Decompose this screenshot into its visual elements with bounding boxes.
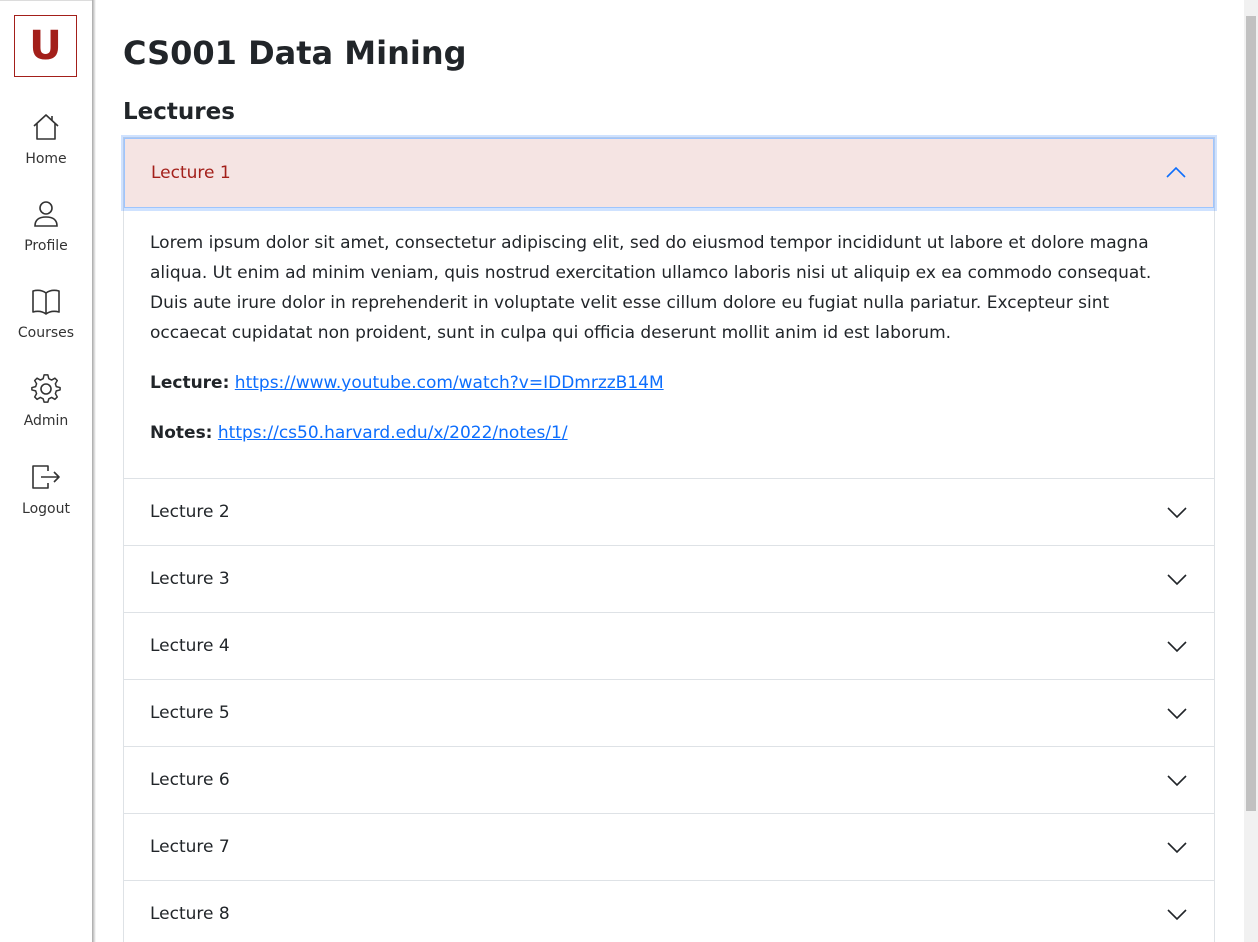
lecture-item: Lecture 5 bbox=[123, 680, 1215, 747]
lecture-notes-line: Notes: https://cs50.harvard.edu/x/2022/n… bbox=[150, 418, 1188, 448]
lecture-header[interactable]: Lecture 2 bbox=[124, 479, 1214, 545]
chevron-up-icon bbox=[1166, 166, 1186, 178]
person-icon bbox=[34, 201, 58, 227]
lecture-title: Lecture 6 bbox=[150, 770, 230, 790]
nav-logout-label: Logout bbox=[22, 501, 70, 517]
chevron-down-icon bbox=[1167, 507, 1187, 519]
lecture-video-link[interactable]: https://www.youtube.com/watch?v=IDDmrzzB… bbox=[235, 373, 664, 393]
logo-letter: U bbox=[29, 23, 62, 69]
chevron-down-icon bbox=[1167, 842, 1187, 854]
book-icon bbox=[32, 289, 60, 315]
home-icon bbox=[33, 114, 59, 140]
lecture-video-label: Lecture: bbox=[150, 373, 230, 393]
nav-profile-label: Profile bbox=[24, 238, 68, 254]
scrollbar[interactable] bbox=[1244, 0, 1258, 942]
nav-logout[interactable]: Logout bbox=[0, 461, 92, 531]
nav-home[interactable]: Home bbox=[0, 111, 92, 181]
nav-profile[interactable]: Profile bbox=[0, 198, 92, 268]
lecture-title: Lecture 4 bbox=[150, 636, 230, 656]
lecture-item: Lecture 8 bbox=[123, 881, 1215, 942]
logout-icon bbox=[32, 465, 60, 489]
lecture-header[interactable]: Lecture 7 bbox=[124, 814, 1214, 880]
lecture-item: Lecture 4 bbox=[123, 613, 1215, 680]
nav-admin-label: Admin bbox=[23, 413, 69, 429]
nav-home-label: Home bbox=[25, 151, 67, 167]
chevron-down-icon bbox=[1167, 641, 1187, 653]
lecture-title: Lecture 7 bbox=[150, 837, 230, 857]
lecture-item: Lecture 6 bbox=[123, 747, 1215, 814]
lecture-header[interactable]: Lecture 1 bbox=[124, 138, 1214, 208]
chevron-down-icon bbox=[1167, 775, 1187, 787]
lecture-notes-label: Notes: bbox=[150, 423, 213, 443]
lecture-header[interactable]: Lecture 4 bbox=[124, 613, 1214, 679]
gear-icon bbox=[31, 374, 61, 403]
lecture-title: Lecture 8 bbox=[150, 904, 230, 924]
nav-admin[interactable]: Admin bbox=[0, 373, 92, 443]
lecture-title: Lecture 3 bbox=[150, 569, 230, 589]
main-content: CS001 Data Mining Lectures Lecture 1 Lor… bbox=[123, 0, 1215, 942]
lecture-item: Lecture 2 bbox=[123, 479, 1215, 546]
lecture-item: Lecture 1 Lorem ipsum dolor sit amet, co… bbox=[123, 137, 1215, 479]
lecture-header[interactable]: Lecture 6 bbox=[124, 747, 1214, 813]
nav-courses[interactable]: Courses bbox=[0, 285, 92, 355]
lecture-header[interactable]: Lecture 5 bbox=[124, 680, 1214, 746]
lecture-header[interactable]: Lecture 8 bbox=[124, 881, 1214, 942]
chevron-down-icon bbox=[1167, 574, 1187, 586]
sidebar: U Home Profile Courses Admin Logout bbox=[0, 0, 92, 942]
lecture-video-line: Lecture: https://www.youtube.com/watch?v… bbox=[150, 368, 1188, 398]
lecture-item: Lecture 7 bbox=[123, 814, 1215, 881]
lecture-title: Lecture 2 bbox=[150, 502, 230, 522]
page-title: CS001 Data Mining bbox=[123, 34, 467, 72]
sidebar-shadow bbox=[92, 0, 96, 942]
lecture-title: Lecture 5 bbox=[150, 703, 230, 723]
lecture-description: Lorem ipsum dolor sit amet, consectetur … bbox=[150, 233, 1152, 343]
nav-courses-label: Courses bbox=[17, 325, 75, 341]
lecture-body: Lorem ipsum dolor sit amet, consectetur … bbox=[124, 208, 1214, 478]
chevron-down-icon bbox=[1167, 909, 1187, 921]
lecture-notes-link[interactable]: https://cs50.harvard.edu/x/2022/notes/1/ bbox=[218, 423, 568, 443]
lecture-header[interactable]: Lecture 3 bbox=[124, 546, 1214, 612]
scrollbar-thumb[interactable] bbox=[1246, 16, 1256, 811]
lecture-item: Lecture 3 bbox=[123, 546, 1215, 613]
section-title: Lectures bbox=[123, 99, 235, 125]
chevron-down-icon bbox=[1167, 708, 1187, 720]
lectures-accordion: Lecture 1 Lorem ipsum dolor sit amet, co… bbox=[123, 137, 1215, 942]
lecture-title: Lecture 1 bbox=[151, 163, 231, 183]
logo[interactable]: U bbox=[14, 15, 77, 77]
